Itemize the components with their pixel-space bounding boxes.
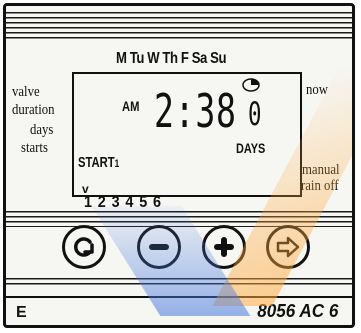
dial-icon — [242, 78, 260, 92]
label-manual: manual — [302, 162, 340, 178]
model-letter: E — [16, 304, 27, 321]
days-label: DAYS — [236, 140, 266, 156]
label-rain-off: rain off — [301, 178, 339, 194]
controller-panel: M Tu W Th F Sa Su valve duration days st… — [3, 3, 355, 328]
model-name: 8056 AC 6 — [256, 301, 338, 321]
label-days: days — [30, 122, 54, 138]
start-indicator: START1 — [78, 154, 119, 171]
right-arrow-icon — [276, 236, 300, 258]
minus-icon — [149, 244, 169, 250]
model-divider — [6, 296, 352, 298]
label-duration: duration — [12, 102, 55, 118]
weekday-labels: M Tu W Th F Sa Su — [116, 50, 227, 67]
top-stripes — [6, 12, 352, 42]
minus-button[interactable] — [137, 225, 181, 269]
plus-button[interactable] — [202, 225, 246, 269]
plus-icon — [214, 237, 234, 257]
lcd-display: AM 2:38 0 DAYS START1 v — [72, 72, 302, 197]
next-button[interactable] — [266, 225, 310, 269]
time-readout: 2:38 — [154, 84, 237, 138]
start-number: 1 — [114, 158, 120, 170]
start-label: START — [78, 154, 115, 171]
label-valve: valve — [12, 84, 40, 100]
cycle-arrow-icon — [74, 237, 94, 257]
label-now: now — [306, 82, 328, 98]
lower-stripes — [6, 278, 352, 288]
label-starts: starts — [21, 140, 48, 156]
station-numbers: 1 2 3 4 5 6 — [84, 194, 162, 211]
middle-stripes — [6, 211, 352, 227]
day-count: 0 — [248, 95, 262, 133]
cycle-button[interactable] — [62, 225, 106, 269]
meridiem: AM — [122, 98, 140, 114]
